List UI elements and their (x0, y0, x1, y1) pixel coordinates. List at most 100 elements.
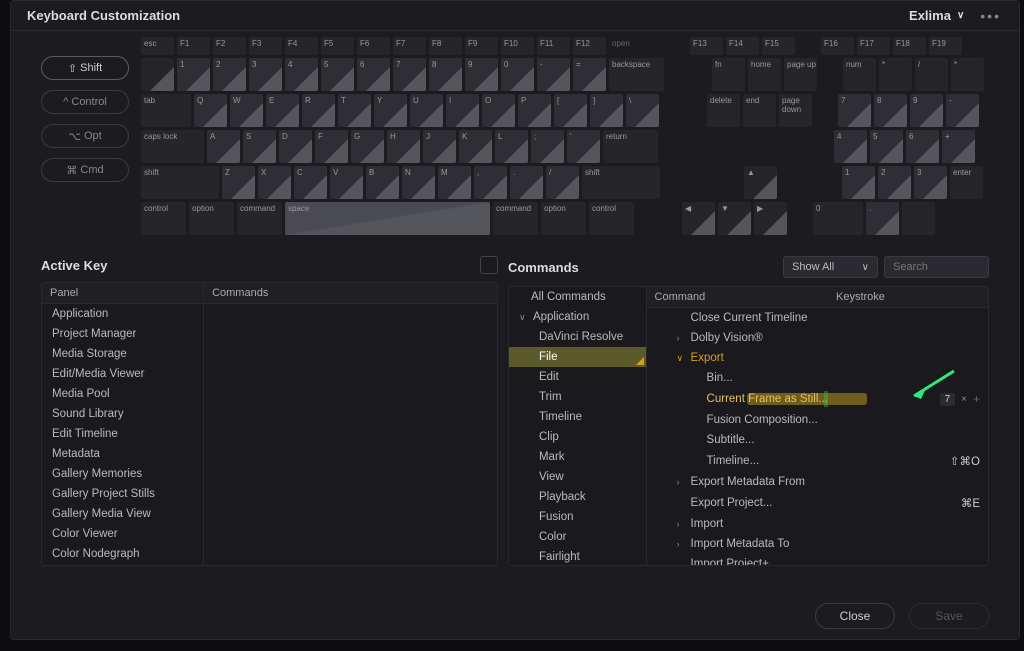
key-f7[interactable]: F7 (393, 37, 426, 55)
key-shift[interactable]: shift (582, 166, 660, 199)
panel-item[interactable]: Color Nodegraph (42, 544, 203, 564)
clear-keystroke[interactable]: × (961, 394, 967, 405)
tree-item[interactable]: Mark (509, 447, 646, 467)
key-command[interactable]: command (493, 202, 538, 235)
key-tab[interactable]: tab (141, 94, 191, 127)
key-▲[interactable]: ▲ (744, 166, 777, 199)
key-f[interactable]: F (315, 130, 348, 163)
key-5[interactable]: 5 (870, 130, 903, 163)
key-$[interactable]: 4$ (285, 58, 318, 91)
key-3[interactable]: 3 (914, 166, 947, 199)
key-f17[interactable]: F17 (857, 37, 890, 55)
key-x[interactable]: X (258, 166, 291, 199)
key-\[interactable]: \ (626, 94, 659, 127)
key-%[interactable]: 5% (321, 58, 354, 91)
key-([interactable]: 9( (465, 58, 498, 91)
key-blank[interactable] (902, 202, 935, 235)
key-▶[interactable]: ▶ (754, 202, 787, 235)
key-7[interactable]: 7 (838, 94, 871, 127)
command-item[interactable]: ›Dolby Vision® (647, 328, 988, 348)
command-item[interactable]: Subtitle... (647, 430, 988, 450)
key-▼[interactable]: ▼ (718, 202, 751, 235)
key-f11[interactable]: F11 (537, 37, 570, 55)
tree-item[interactable]: Edit (509, 367, 646, 387)
key-f13[interactable]: F13 (690, 37, 723, 55)
key-t[interactable]: T (338, 94, 371, 127)
command-item[interactable]: Import Project+... (647, 554, 988, 565)
key-f16[interactable]: F16 (821, 37, 854, 55)
key--[interactable]: - (946, 94, 979, 127)
key-delete[interactable]: delete (707, 94, 740, 127)
key-g[interactable]: G (351, 130, 384, 163)
panel-item[interactable]: Edit Timeline (42, 424, 203, 444)
tree-application[interactable]: ∨Application (509, 307, 646, 327)
cmd-modifier[interactable]: ⌘ Cmd (41, 158, 129, 182)
key-return[interactable]: return (603, 130, 658, 163)
key-f4[interactable]: F4 (285, 37, 318, 55)
tree-item[interactable]: View (509, 467, 646, 487)
key-6[interactable]: 6 (906, 130, 939, 163)
key-f2[interactable]: F2 (213, 37, 246, 55)
panel-item[interactable]: Application (42, 304, 203, 324)
preset-select[interactable]: Exlima ∨ (909, 8, 964, 23)
commands-filter-select[interactable]: Show All∨ (783, 256, 878, 278)
panel-item[interactable]: Metadata (42, 444, 203, 464)
key-[[interactable]: [ (554, 94, 587, 127)
key-2[interactable]: 2 (878, 166, 911, 199)
key-u[interactable]: U (410, 94, 443, 127)
add-keystroke[interactable]: + (973, 392, 980, 406)
panel-item[interactable]: Gallery Memories (42, 464, 203, 484)
command-item[interactable]: Export Project...⌘E (647, 492, 988, 514)
key-space[interactable]: space (285, 202, 490, 235)
key-=[interactable]: = (573, 58, 606, 91)
key-o[interactable]: O (482, 94, 515, 127)
command-item[interactable]: Close Current Timeline (647, 308, 988, 328)
key-v[interactable]: V (330, 166, 363, 199)
key-option[interactable]: option (189, 202, 234, 235)
panel-item[interactable]: Project Manager (42, 324, 203, 344)
key-option[interactable]: option (541, 202, 586, 235)
key--[interactable]: - (537, 58, 570, 91)
command-item[interactable]: Fusion Composition... (647, 410, 988, 430)
key-num[interactable]: num (843, 58, 876, 91)
key-j[interactable]: J (423, 130, 456, 163)
key-/[interactable]: / (915, 58, 948, 91)
key-h[interactable]: H (387, 130, 420, 163)
key-f15[interactable]: F15 (762, 37, 795, 55)
key-control[interactable]: control (589, 202, 634, 235)
key-z[interactable]: Z (222, 166, 255, 199)
shift-modifier[interactable]: ⇧ Shift (41, 56, 129, 80)
key-w[interactable]: W (230, 94, 263, 127)
key-d[interactable]: D (279, 130, 312, 163)
key-end[interactable]: end (743, 94, 776, 127)
key-l[interactable]: L (495, 130, 528, 163)
key-^[interactable]: 6^ (357, 58, 390, 91)
control-modifier[interactable]: ^ Control (41, 90, 129, 114)
key-9[interactable]: 9 (910, 94, 943, 127)
key-][interactable]: ] (590, 94, 623, 127)
key-k[interactable]: K (459, 130, 492, 163)
panel-item[interactable]: Media Storage (42, 344, 203, 364)
close-button[interactable]: Close (815, 603, 895, 629)
command-item[interactable]: Bin... (647, 368, 988, 388)
key-+[interactable]: + (942, 130, 975, 163)
key-/[interactable]: / (546, 166, 579, 199)
panel-item[interactable]: Color Viewer (42, 524, 203, 544)
key-command[interactable]: command (237, 202, 282, 235)
panel-item[interactable]: Sound Library (42, 404, 203, 424)
key-f14[interactable]: F14 (726, 37, 759, 55)
tree-item[interactable]: Fairlight (509, 547, 646, 565)
key-8[interactable]: 8 (874, 94, 907, 127)
key-c[interactable]: C (294, 166, 327, 199)
key-f5[interactable]: F5 (321, 37, 354, 55)
key-home[interactable]: home (748, 58, 781, 91)
key-f9[interactable]: F9 (465, 37, 498, 55)
key-f3[interactable]: F3 (249, 37, 282, 55)
key-q[interactable]: Q (194, 94, 227, 127)
key-4[interactable]: 4 (834, 130, 867, 163)
key-f12[interactable]: F12 (573, 37, 606, 55)
tree-item[interactable]: Trim (509, 387, 646, 407)
save-button[interactable]: Save (909, 603, 989, 629)
key-,[interactable]: , (474, 166, 507, 199)
opt-modifier[interactable]: ⌥ Opt (41, 124, 129, 148)
